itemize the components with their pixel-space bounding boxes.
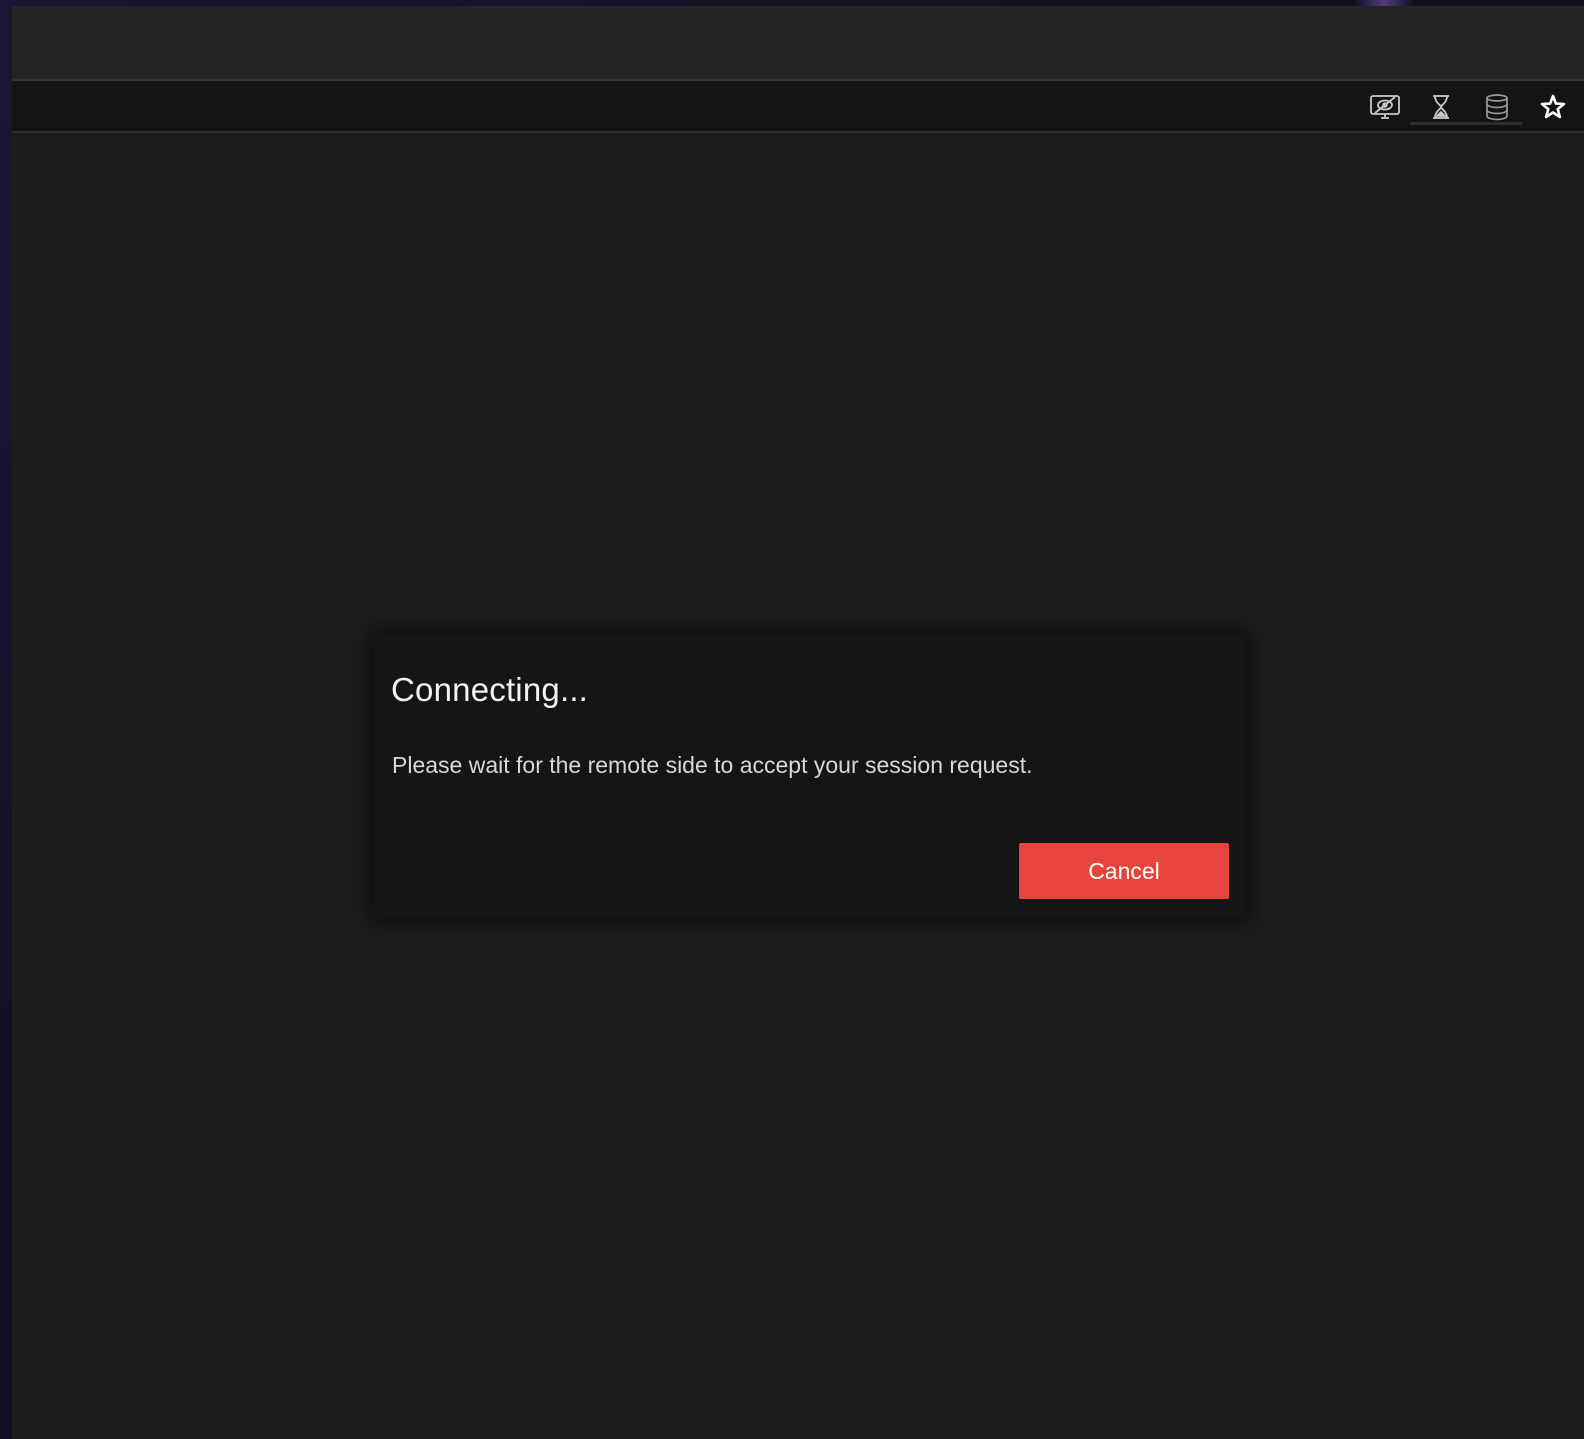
toolbar: [12, 81, 1584, 133]
toolbar-icon-group: [1368, 91, 1570, 123]
star-icon[interactable]: [1536, 91, 1570, 123]
dialog-title: Connecting...: [391, 671, 589, 708]
cancel-button[interactable]: Cancel: [1019, 843, 1229, 899]
database-icon[interactable]: [1480, 91, 1514, 123]
connecting-dialog: Connecting... Please wait for the remote…: [375, 635, 1245, 918]
title-bar: [12, 6, 1584, 81]
dialog-message: Please wait for the remote side to accep…: [392, 752, 1033, 778]
hourglass-icon[interactable]: [1424, 91, 1458, 123]
hide-screen-icon[interactable]: [1368, 91, 1402, 123]
